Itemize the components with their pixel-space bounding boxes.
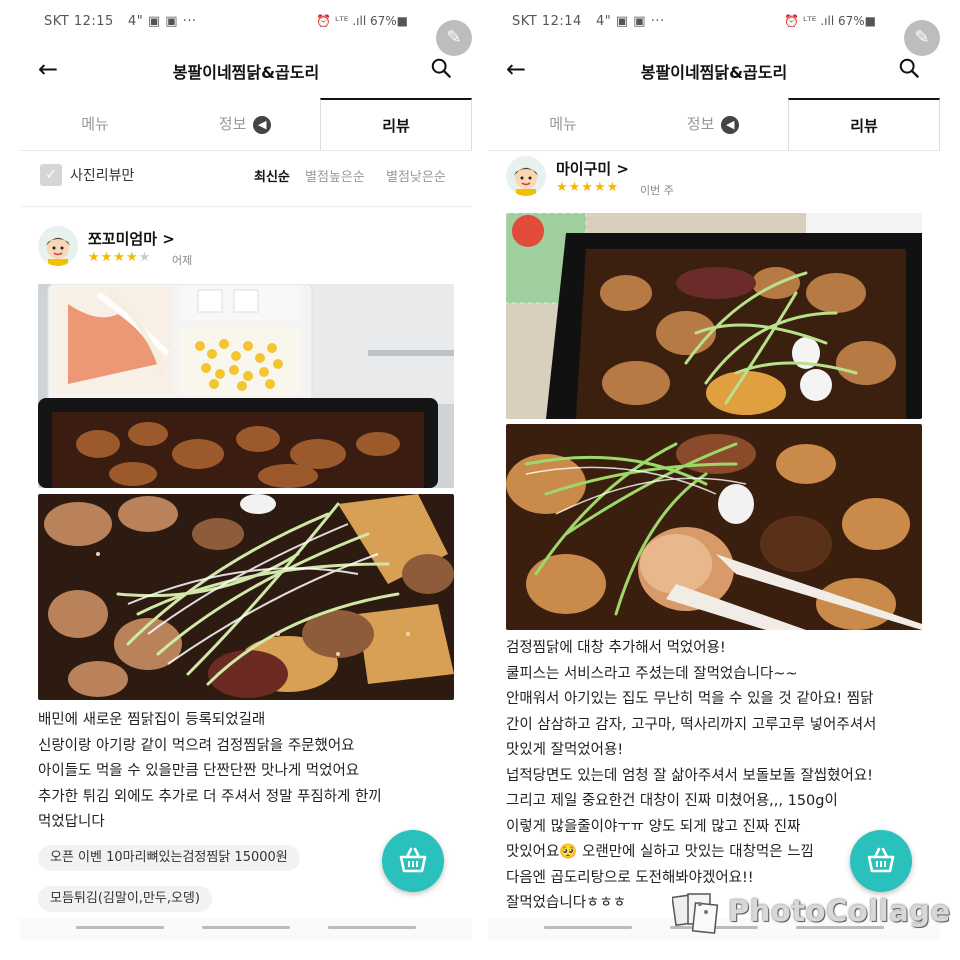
tab-menu[interactable]: 메뉴 [488, 98, 638, 150]
order-item-chip: 모듬튀김(김말이,만두,오뎅) [38, 886, 212, 912]
avatar[interactable] [38, 226, 78, 266]
status-time: SKT 12:15 [44, 14, 114, 29]
send-icon: ◀ [721, 115, 740, 134]
review-line: 안매워서 아기있는 집도 무난히 먹을 수 있을 것 같아요! 찜닭 [506, 691, 874, 707]
collage-logo-icon [672, 893, 719, 934]
review-photo-1[interactable] [38, 284, 454, 488]
nav-handle[interactable] [76, 926, 164, 929]
photocollage-watermark: PhotoCollage [672, 888, 950, 938]
tab-review-label: 리뷰 [850, 117, 878, 135]
nav-handle[interactable] [544, 926, 632, 929]
filter-bar: ✓ 사진리뷰만 최신순 별점높은순 별점낮은순 [20, 150, 472, 207]
basket-icon [399, 847, 427, 873]
review-line: 넙적당면도 있는데 엄청 잘 삶아주셔서 보돌보돌 잘씹혔어요! [506, 767, 873, 784]
system-nav-bar [20, 918, 472, 940]
review-line: 검정찜닭에 대창 추가해서 먹었어용! [506, 640, 726, 656]
sort-latest[interactable]: 최신순 [254, 166, 290, 185]
avatar-face-icon [46, 237, 70, 266]
sort-rating-high[interactable]: 별점높은순 [305, 166, 365, 185]
cart-button[interactable] [382, 830, 444, 892]
tab-bar: 메뉴 정보 ◀ 리뷰 [488, 98, 940, 151]
app-header: ← 봉팔이네찜닭&곱도리 [20, 48, 472, 92]
review-line: 신랑이랑 아기랑 같이 먹으려 검정찜닭을 주문했어요 [38, 737, 355, 754]
nav-handle[interactable] [202, 926, 290, 929]
review-photo-2[interactable] [506, 424, 922, 630]
tab-info-label: 정보 [218, 115, 247, 133]
review-line: 추가한 튀김 외에도 추가로 더 주셔서 정말 푸짐하게 한끼 [38, 788, 382, 805]
tab-bar: 메뉴 정보 ◀ 리뷰 [20, 98, 472, 151]
review-line: 아이들도 먹을 수 있을만큼 단짠단짠 맛나게 먹었어요 [38, 763, 360, 779]
search-icon[interactable] [430, 57, 452, 79]
search-icon[interactable] [898, 57, 920, 79]
rating-stars: ★★★★★ [556, 180, 620, 195]
avatar-face-icon [514, 167, 538, 196]
review-line: 그리고 제일 중요한건 대창이 진짜 미쳤어용,,, 150g이 [506, 793, 838, 809]
review-photo-1[interactable] [506, 213, 922, 419]
order-item-chip: 오픈 이벤 10마리뼈있는검정찜닭 15000원 [38, 845, 300, 871]
tab-menu-label: 메뉴 [81, 115, 109, 133]
tab-info[interactable]: 정보 ◀ [170, 98, 320, 150]
sort-rating-low[interactable]: 별점낮은순 [386, 166, 446, 185]
review-text: 배민에 새로운 찜닭집이 등록되었길래 신랑이랑 아기랑 같이 먹으려 검정찜닭… [38, 708, 458, 836]
status-system: ⏰ ᴸᵀᴱ .ıll 67%■ [316, 14, 408, 28]
tab-review-label: 리뷰 [382, 117, 410, 135]
left-screen: SKT 12:15 4" ▣ ▣ ··· ⏰ ᴸᵀᴱ .ıll 67%■ ✎ ←… [20, 0, 472, 940]
right-screen: SKT 12:14 4" ▣ ▣ ··· ⏰ ᴸᵀᴱ .ıll 67%■ ✎ ←… [488, 0, 940, 940]
status-time: SKT 12:14 [512, 14, 582, 29]
review-line: 간이 삼삼하고 감자, 고구마, 떡사리까지 고루고루 넣어주셔서 [506, 716, 877, 733]
store-title: 봉팔이네찜닭&곱도리 [640, 63, 788, 82]
photo-review-checkbox[interactable]: ✓ [40, 164, 62, 186]
rating-stars: ★★★★★ [88, 250, 152, 265]
tab-menu-label: 메뉴 [549, 115, 577, 133]
status-bar: SKT 12:14 4" ▣ ▣ ··· ⏰ ᴸᵀᴱ .ıll 67%■ [512, 12, 920, 34]
review-photo-2[interactable] [38, 494, 454, 700]
tab-info-label: 정보 [686, 115, 715, 133]
tab-menu[interactable]: 메뉴 [20, 98, 170, 150]
review-date: 어제 [172, 254, 193, 267]
tab-review[interactable]: 리뷰 [320, 98, 472, 150]
photo-review-label: 사진리뷰만 [70, 168, 135, 184]
basket-icon [867, 847, 895, 873]
tab-info[interactable]: 정보 ◀ [638, 98, 788, 150]
send-icon: ◀ [253, 115, 272, 134]
watermark-text: PhotoCollage [728, 894, 951, 928]
review-line: 배민에 새로운 찜닭집이 등록되었길래 [38, 712, 266, 728]
cart-button[interactable] [850, 830, 912, 892]
status-indicators: 4" ▣ ▣ ··· [596, 14, 665, 29]
review-line: 쿨피스는 서비스라고 주셨는데 잘먹었습니다~~ [506, 665, 798, 682]
review-date: 이번 주 [640, 184, 674, 197]
status-indicators: 4" ▣ ▣ ··· [128, 14, 197, 29]
review-line: 맛있게 잘먹었어용! [506, 742, 624, 758]
review-username[interactable]: 쪼꼬미엄마 > [88, 228, 175, 249]
tab-review[interactable]: 리뷰 [788, 98, 940, 150]
avatar[interactable] [506, 156, 546, 196]
nav-handle[interactable] [328, 926, 416, 929]
status-bar: SKT 12:15 4" ▣ ▣ ··· ⏰ ᴸᵀᴱ .ıll 67%■ [44, 12, 452, 34]
status-system: ⏰ ᴸᵀᴱ .ıll 67%■ [784, 14, 876, 28]
review-username[interactable]: 마이구미 > [556, 158, 629, 179]
store-title: 봉팔이네찜닭&곱도리 [172, 63, 320, 82]
app-header: ← 봉팔이네찜닭&곱도리 [488, 48, 940, 92]
